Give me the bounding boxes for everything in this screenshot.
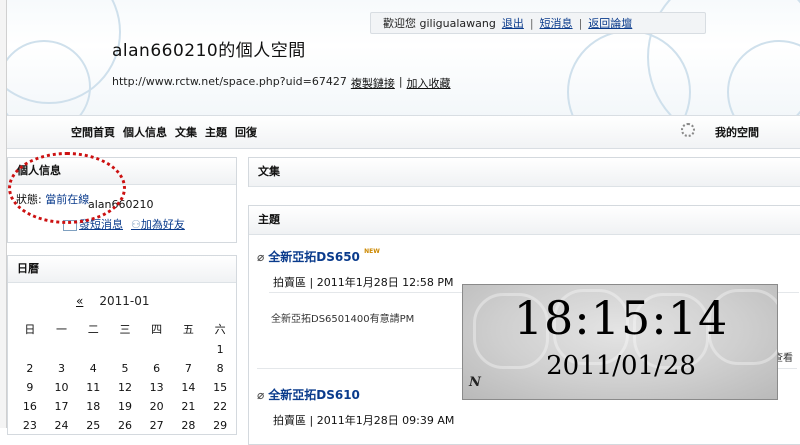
nav-topics[interactable]: 主題 [205,124,227,140]
post-link[interactable]: 全新亞拓DS650 [268,250,360,264]
calendar-day [141,340,173,359]
calendar-day[interactable]: 21 [173,397,205,416]
calendar-day[interactable]: 29 [204,416,236,435]
calendar-day[interactable]: 1 [204,340,236,359]
calendar-day [46,340,78,359]
articles-heading: 文集 [249,158,800,187]
back-forum-link[interactable]: 返回論壇 [588,15,632,31]
calendar-day[interactable]: 26 [109,416,141,435]
calendar-day[interactable]: 8 [204,359,236,378]
calendar-day[interactable]: 2 [14,359,46,378]
clock-mark: N [469,375,481,390]
clip-icon: ⌀ [257,250,265,264]
calendar-day[interactable]: 10 [46,378,78,397]
nav-replies[interactable]: 回復 [235,124,257,140]
weekday-header: 三 [119,323,131,336]
calendar-day[interactable]: 4 [77,359,109,378]
add-friend-button[interactable]: ⚇加為好友 [131,216,185,232]
space-url-line: http://www.rctw.net/space.php?uid=67427 … [112,75,451,91]
weekday-header: 四 [151,323,163,336]
calendar-heading: 日曆 [8,256,236,283]
new-badge: NEW [364,248,380,255]
post-excerpt: 全新亞拓DS6501400有意請PM [271,314,415,325]
add-favorite-button[interactable]: 加入收藏 [407,75,451,91]
my-space-link[interactable]: 我的空間 [715,124,759,140]
nav-profile[interactable]: 個人信息 [123,124,167,140]
calendar-day[interactable]: 6 [141,359,173,378]
weekday-header: 二 [87,323,99,336]
nav-home[interactable]: 空間首頁 [71,124,115,140]
gear-icon[interactable] [681,123,695,137]
post-meta: 拍賣區 | 2011年1月28日 12:58 PM [273,276,454,289]
calendar-day [109,340,141,359]
calendar-day[interactable]: 5 [109,359,141,378]
calendar-day [14,340,46,359]
post-link[interactable]: 全新亞拓DS610 [268,388,360,402]
space-url: http://www.rctw.net/space.php?uid=67427 [112,75,347,88]
clock-time: 18:15:14 [513,291,729,345]
calendar-day[interactable]: 7 [173,359,205,378]
weekday-header: 日 [24,323,36,336]
calendar-day[interactable]: 13 [141,378,173,397]
clock-date: 2011/01/28 [546,351,696,381]
copy-link-button[interactable]: 複製鏈接 [351,75,395,91]
calendar-day[interactable]: 19 [109,397,141,416]
calendar-day[interactable]: 16 [14,397,46,416]
post-title: ⌀ 全新亞拓DS610 [257,386,360,403]
calendar-day[interactable]: 3 [46,359,78,378]
calendar-day[interactable]: 28 [173,416,205,435]
weekday-header: 六 [214,323,226,336]
page-title: alan660210的個人空間 [112,41,306,61]
user-toolbar: 歡迎您 giligualawang 退出 | 短消息 | 返回論壇 [370,12,706,34]
calendar-day[interactable]: 27 [141,416,173,435]
calendar-day [173,340,205,359]
messages-link[interactable]: 短消息 [540,15,573,31]
weekday-header: 一 [56,323,68,336]
calendar-day[interactable]: 18 [77,397,109,416]
calendar-day[interactable]: 20 [141,397,173,416]
topics-heading: 主題 [249,206,800,235]
calendar-day[interactable]: 25 [77,416,109,435]
red-annotation-circle [8,152,126,224]
calendar-grid: 日一二三四五六 1 2 3 4 5 6 7 8 9 10 11 12 13 14 15 16 17 18 19 20 2… [14,318,236,435]
calendar-box: 日曆 « 2011-01 日一二三四五六 1 2 3 4 5 6 7 8 9 10 11 12 13 14… [7,255,237,435]
calendar-day[interactable]: 14 [173,378,205,397]
window-left-edge [0,0,7,428]
calendar-day[interactable]: 22 [204,397,236,416]
post-title: ⌀ 全新亞拓DS650 NEW [257,248,380,265]
articles-box: 文集 [248,157,800,187]
calendar-day[interactable]: 24 [46,416,78,435]
space-nav: 空間首頁 個人信息 文集 主題 回復 我的空間 [7,115,800,149]
nav-articles[interactable]: 文集 [175,124,197,140]
clip-icon: ⌀ [257,388,265,402]
logout-link[interactable]: 退出 [502,15,524,31]
calendar-day[interactable]: 17 [46,397,78,416]
calendar-month: 2011-01 [99,294,150,308]
calendar-day[interactable]: 9 [14,378,46,397]
welcome-text: 歡迎您 giligualawang [383,17,496,30]
calendar-nav: « 2011-01 [76,294,149,308]
clock-widget: 18:15:14 2011/01/28 N [462,284,778,400]
calendar-day[interactable]: 11 [77,378,109,397]
weekday-header: 五 [182,323,194,336]
friend-icon: ⚇ [131,218,141,231]
prev-month-button[interactable]: « [76,294,83,308]
calendar-day[interactable]: 12 [109,378,141,397]
post-meta: 拍賣區 | 2011年1月28日 09:39 AM [273,414,455,427]
calendar-day[interactable]: 15 [204,378,236,397]
calendar-day[interactable]: 23 [14,416,46,435]
calendar-day [77,340,109,359]
